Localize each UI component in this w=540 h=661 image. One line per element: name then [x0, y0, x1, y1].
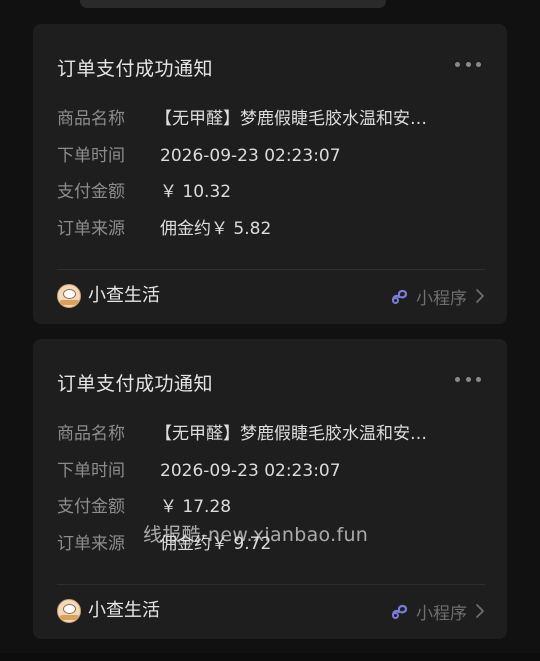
mini-program-label: 小程序	[416, 288, 467, 309]
watermark: 线报酷-new.xianbao.fun	[143, 524, 369, 546]
row-label: 商品名称	[57, 424, 125, 444]
row-value: ￥ 10.32	[160, 182, 232, 202]
notification-card[interactable]: 订单支付成功通知 商品名称 【无甲醛】梦鹿假睫毛胶水温和安… 下单时间 2026…	[33, 24, 507, 324]
row-value: 2026-09-23 02:23:07	[160, 461, 341, 481]
row-label: 下单时间	[57, 146, 125, 166]
row-value: ￥ 17.28	[160, 497, 232, 517]
row-label: 订单来源	[57, 219, 125, 239]
bottom-strip	[0, 653, 540, 661]
card-title: 订单支付成功通知	[57, 373, 214, 395]
app-avatar	[57, 599, 81, 623]
mini-program-icon	[391, 604, 408, 619]
notification-card[interactable]: 订单支付成功通知 商品名称 【无甲醛】梦鹿假睫毛胶水温和安… 下单时间 2026…	[33, 339, 507, 639]
row-label: 支付金额	[57, 182, 125, 202]
row-label: 订单来源	[57, 534, 125, 554]
row-label: 支付金额	[57, 497, 125, 517]
notification-page: 订单支付成功通知 商品名称 【无甲醛】梦鹿假睫毛胶水温和安… 下单时间 2026…	[0, 0, 540, 661]
row-label: 下单时间	[57, 461, 125, 481]
more-dots-icon[interactable]	[455, 60, 481, 68]
card-footer[interactable]: 小查生活 小程序	[57, 597, 485, 627]
top-bar	[80, 0, 386, 8]
mini-program-label: 小程序	[416, 603, 467, 624]
row-value: 【无甲醛】梦鹿假睫毛胶水温和安…	[155, 109, 427, 129]
mini-program-link[interactable]: 小程序	[390, 597, 485, 625]
card-title: 订单支付成功通知	[57, 58, 214, 80]
app-name[interactable]: 小查生活	[88, 597, 160, 625]
mini-program-icon	[391, 289, 408, 304]
app-avatar	[57, 284, 81, 308]
row-label: 商品名称	[57, 109, 125, 129]
app-name[interactable]: 小查生活	[88, 282, 160, 310]
divider	[57, 269, 485, 270]
row-value: 【无甲醛】梦鹿假睫毛胶水温和安…	[155, 424, 427, 444]
mini-program-link[interactable]: 小程序	[390, 282, 485, 310]
row-value: 佣金约￥ 5.82	[160, 219, 272, 239]
divider	[57, 584, 485, 585]
more-dots-icon[interactable]	[455, 375, 481, 383]
card-footer[interactable]: 小查生活 小程序	[57, 282, 485, 312]
chevron-right-icon	[476, 604, 484, 618]
chevron-right-icon	[476, 289, 484, 303]
row-value: 2026-09-23 02:23:07	[160, 146, 341, 166]
